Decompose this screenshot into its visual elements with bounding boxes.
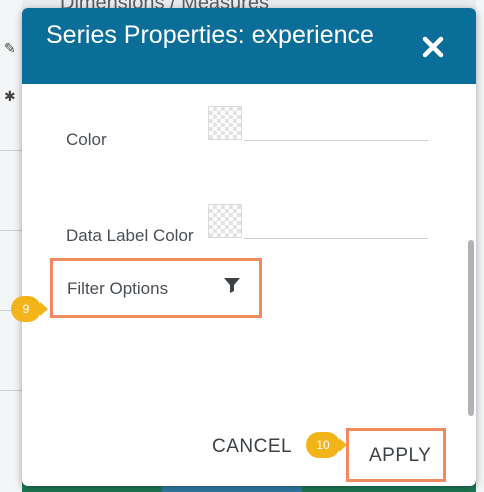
series-properties-dialog: Series Properties: experience Color Data… [22, 8, 476, 486]
cancel-button[interactable]: CANCEL [212, 436, 292, 458]
color-swatch[interactable] [208, 106, 242, 140]
background-pencil-icon: ✎ [4, 40, 16, 56]
background-divider [0, 230, 22, 231]
background-divider [0, 150, 22, 151]
apply-highlight-box: APPLY [346, 428, 446, 482]
filter-icon[interactable] [223, 276, 241, 294]
dialog-title: Series Properties: experience [46, 21, 374, 49]
background-right-panel [476, 0, 484, 492]
background-left-panel [0, 0, 22, 492]
step-badge-10-pointer [339, 438, 347, 452]
data-label-color-swatch[interactable] [208, 204, 242, 238]
apply-button[interactable]: APPLY [369, 445, 431, 467]
step-badge-9: 9 [11, 296, 41, 322]
step-badge-9-pointer [40, 302, 48, 316]
dialog-body: Color Data Label Color Filter Options CA… [22, 84, 476, 486]
color-field-underline [244, 140, 428, 141]
step-badge-10: 10 [306, 432, 340, 458]
close-button[interactable] [422, 36, 444, 58]
data-label-color-label: Data Label Color [66, 226, 194, 245]
dialog-scrollbar[interactable] [468, 240, 474, 416]
filter-options-row[interactable]: Filter Options [50, 258, 262, 318]
filter-options-label: Filter Options [67, 279, 169, 298]
color-label: Color [66, 130, 107, 149]
background-divider [0, 390, 22, 391]
background-settings-icon: ✱ [4, 88, 16, 104]
data-label-color-field-underline [244, 238, 428, 239]
close-icon[interactable] [422, 36, 444, 58]
dialog-header: Series Properties: experience [22, 8, 476, 84]
